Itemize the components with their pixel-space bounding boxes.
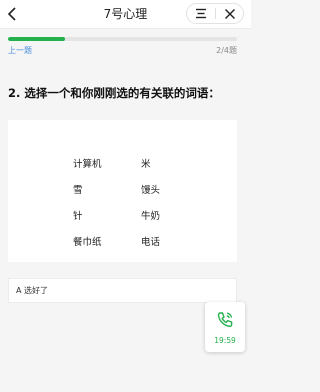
call-timer-text: 19:59 (214, 336, 236, 345)
word-item: 电话 (141, 237, 161, 248)
call-timer-widget[interactable]: 19:59 (205, 302, 245, 352)
question-counter: 2/4题 (216, 46, 237, 55)
page-title: 7号心理 (103, 7, 148, 21)
back-button[interactable] (3, 3, 21, 25)
word-item: 餐巾纸 (73, 237, 102, 248)
menu-button[interactable] (187, 4, 215, 23)
phone-call-icon (217, 312, 233, 328)
word-item: 雪 (73, 185, 83, 196)
word-list-card: 计算机 米 雪 馒头 针 牛奶 餐巾纸 电话 (8, 120, 237, 262)
word-item: 馒头 (141, 185, 161, 196)
close-button[interactable] (216, 4, 244, 23)
top-bar: 7号心理 (0, 0, 251, 29)
word-item: 针 (73, 211, 83, 222)
previous-question-link[interactable]: 上一题 (8, 45, 32, 56)
word-item: 计算机 (73, 159, 102, 170)
progress-fill (8, 37, 66, 41)
close-icon (225, 8, 235, 19)
menu-icon (196, 8, 206, 19)
mini-program-capsule (186, 3, 244, 24)
question-text: 2. 选择一个和你刚刚选的有关联的词语： (8, 86, 220, 100)
word-item: 牛奶 (141, 211, 161, 222)
chevron-left-icon (7, 7, 16, 21)
word-item: 米 (141, 159, 151, 170)
answer-option[interactable]: A 选好了 (8, 278, 237, 303)
progress-bar (8, 37, 237, 41)
answer-option-label: A 选好了 (16, 286, 49, 295)
